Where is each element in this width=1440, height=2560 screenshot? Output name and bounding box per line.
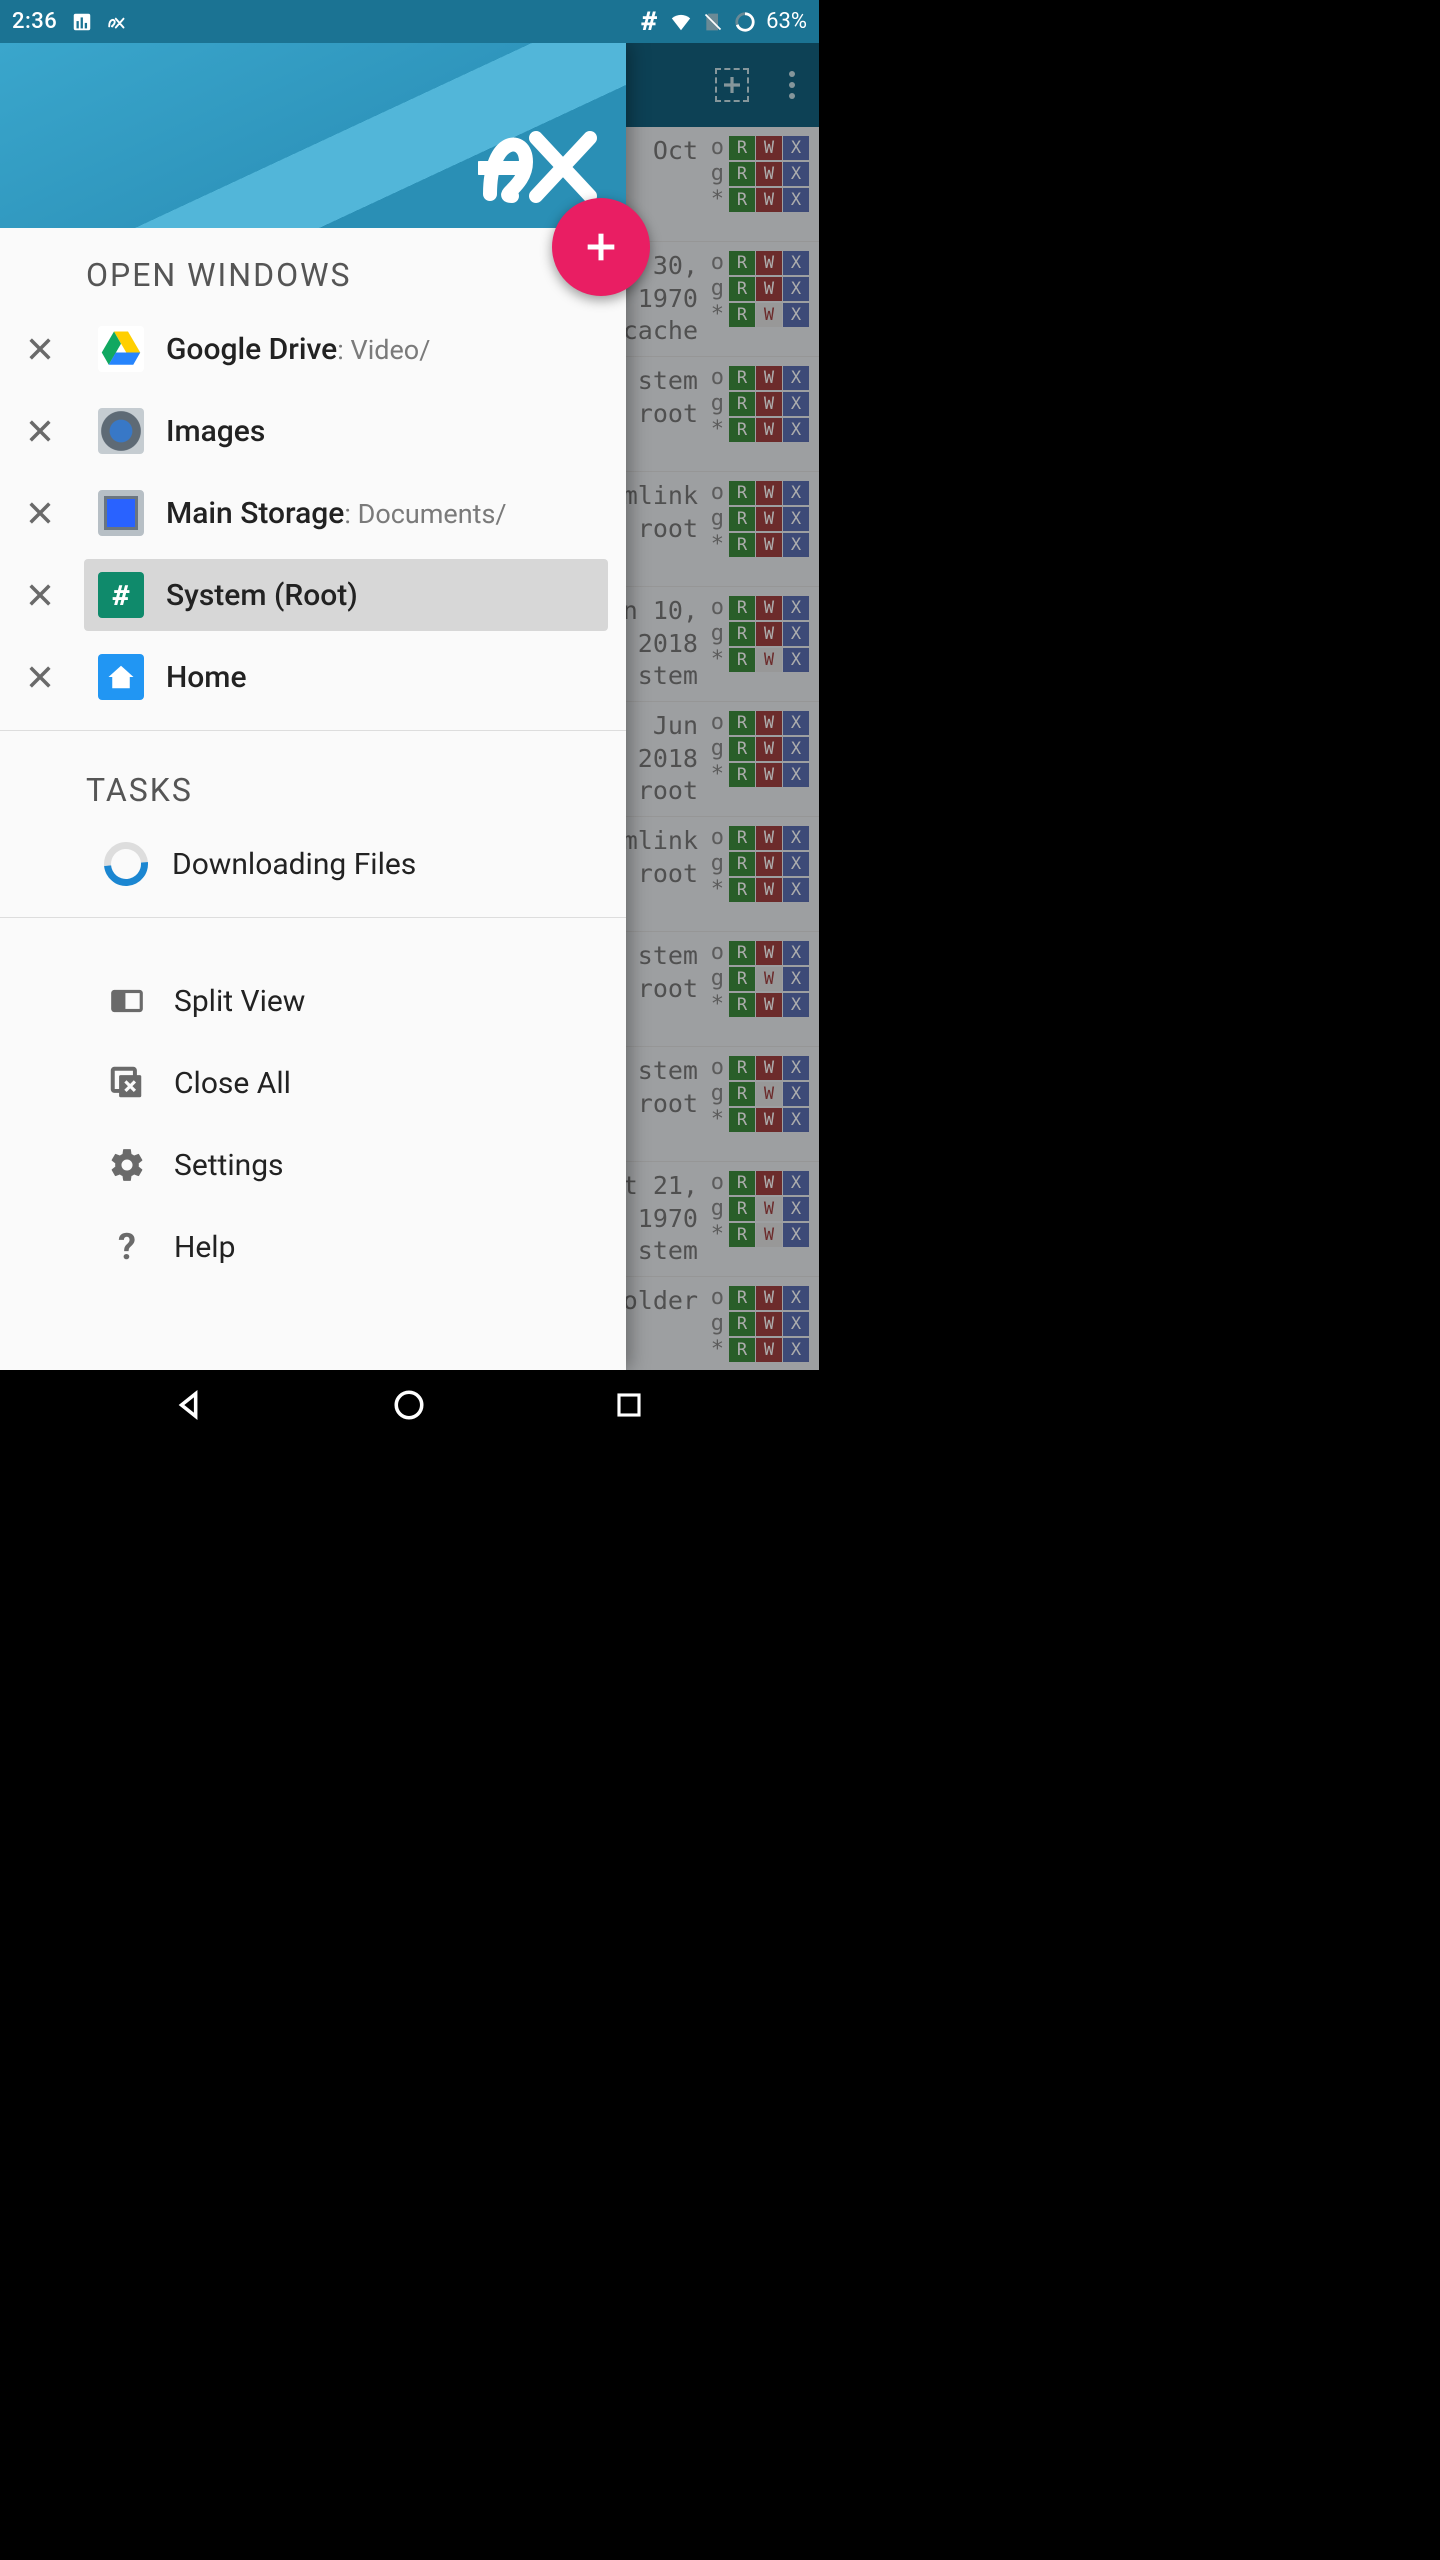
window-item-storage[interactable]: Main Storage: Documents/ (84, 477, 608, 549)
window-item-root[interactable]: # System (Root) (84, 559, 608, 631)
window-row-storage: Main Storage: Documents/ (0, 472, 626, 554)
divider (0, 730, 626, 731)
navigation-drawer: OPEN WINDOWS Google Drive: Video/ (0, 43, 626, 1370)
add-window-fab[interactable] (552, 198, 650, 296)
window-path: : Video/ (337, 334, 430, 366)
battery-ring-icon (734, 11, 756, 33)
action-help[interactable]: ? Help (0, 1206, 626, 1288)
notification-chart-icon (71, 11, 93, 33)
action-label: Settings (174, 1148, 284, 1183)
window-row-images: Images (0, 390, 626, 472)
wifi-icon (670, 11, 692, 33)
hash-icon: # (638, 11, 660, 33)
split-view-icon (104, 978, 150, 1024)
window-title: Home (166, 660, 247, 695)
storage-icon (98, 490, 144, 536)
window-row-home: Home (0, 636, 626, 718)
close-window-gdrive[interactable] (18, 327, 62, 371)
images-icon (98, 408, 144, 454)
action-label: Help (174, 1230, 235, 1265)
drawer-header (0, 43, 626, 228)
close-window-root[interactable] (18, 573, 62, 617)
navigation-bar (0, 1370, 819, 1440)
action-settings[interactable]: Settings (0, 1124, 626, 1206)
window-title: Google Drive (166, 332, 337, 367)
window-item-home[interactable]: Home (84, 641, 608, 713)
tasks-title: TASKS (0, 743, 626, 823)
task-item-downloading[interactable]: Downloading Files (0, 823, 626, 905)
google-drive-icon (98, 326, 144, 372)
spinner-icon (95, 833, 157, 895)
divider (0, 917, 626, 918)
window-title: Main Storage (166, 496, 344, 531)
window-item-images[interactable]: Images (84, 395, 608, 467)
root-icon: # (98, 572, 144, 618)
recents-button[interactable] (609, 1385, 649, 1425)
window-row-root: # System (Root) (0, 554, 626, 636)
status-clock: 2:36 (12, 9, 57, 34)
scrim[interactable] (626, 43, 819, 1370)
action-label: Close All (174, 1066, 291, 1101)
window-item-gdrive[interactable]: Google Drive: Video/ (84, 313, 608, 385)
close-window-home[interactable] (18, 655, 62, 699)
action-close-all[interactable]: Close All (0, 1042, 626, 1124)
close-all-icon (104, 1060, 150, 1106)
window-row-gdrive: Google Drive: Video/ (0, 308, 626, 390)
task-label: Downloading Files (172, 847, 416, 882)
action-split-view[interactable]: Split View (0, 960, 626, 1042)
gear-icon (104, 1142, 150, 1188)
status-bar: 2:36 # 63% (0, 0, 819, 43)
notification-fx-icon (107, 11, 129, 33)
open-windows-title: OPEN WINDOWS (0, 228, 626, 308)
battery-percentage: 63% (766, 9, 807, 34)
action-label: Split View (174, 984, 305, 1019)
home-button[interactable] (389, 1385, 429, 1425)
no-sim-icon (702, 11, 724, 33)
close-window-images[interactable] (18, 409, 62, 453)
help-icon: ? (104, 1224, 150, 1270)
home-icon (98, 654, 144, 700)
window-path: : Documents/ (344, 498, 506, 530)
close-window-storage[interactable] (18, 491, 62, 535)
window-title: System (Root) (166, 578, 358, 613)
window-title: Images (166, 414, 265, 449)
back-button[interactable] (170, 1385, 210, 1425)
